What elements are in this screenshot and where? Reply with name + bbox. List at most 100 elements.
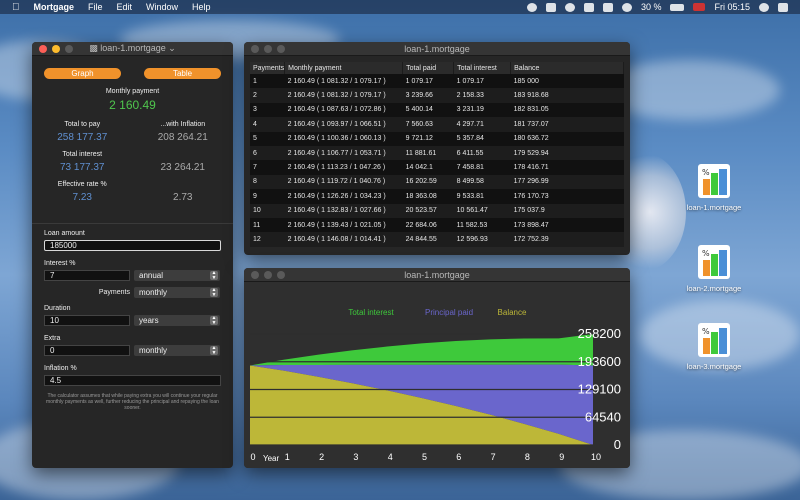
effective-rate-label: Effective rate % — [57, 181, 107, 188]
creative-cloud-icon[interactable] — [564, 2, 575, 12]
column-header-total-interest[interactable]: Total interest — [453, 62, 512, 74]
zoom-button[interactable] — [65, 45, 73, 53]
x-tick-label: 3 — [353, 452, 358, 462]
table-cell: 16 202.59 — [402, 174, 454, 190]
table-button[interactable]: Table — [144, 68, 221, 79]
mortgage-document-icon: % — [697, 163, 731, 199]
desktop-file-loan-3[interactable]: % loan-3.mortgage — [674, 322, 754, 371]
duration-field[interactable]: 10 — [44, 315, 130, 326]
table-cell: 2 160.49 ( 1 100.36 / 1 060.13 ) — [287, 135, 386, 143]
notification-center-icon[interactable] — [778, 2, 788, 12]
table-row[interactable]: 3 2 160.49 ( 1 087.63 / 1 072.86 ) 5 400.1… — [250, 103, 624, 117]
x-tick-label: 10 — [591, 452, 601, 462]
inflation-field[interactable]: 4.5 — [44, 375, 221, 386]
monthly-payment-label: Monthly payment — [105, 88, 160, 95]
spotlight-icon[interactable] — [759, 2, 769, 12]
menu-help[interactable]: Help — [192, 2, 211, 12]
minimize-button[interactable] — [264, 45, 272, 53]
table-cell: 8 — [250, 174, 285, 190]
table-row[interactable]: 12 2 160.49 ( 1 146.08 / 1 014.41 ) 24 844… — [250, 232, 624, 247]
x-tick-label: 6 — [456, 452, 461, 462]
titlebar[interactable]: ▩ loan-1.mortgage ⌄ — [32, 42, 233, 56]
table-row[interactable]: 5 2 160.49 ( 1 100.36 / 1 060.13 ) 9 721.1… — [250, 132, 624, 146]
y-tick-label: 0 — [614, 437, 621, 452]
svg-text:%: % — [702, 327, 710, 336]
desktop-file-loan-2[interactable]: % loan-2.mortgage — [674, 244, 754, 293]
table-row[interactable]: 10 2 160.49 ( 1 132.83 / 1 027.66 ) 20 523… — [250, 203, 624, 218]
wifi-icon[interactable] — [621, 2, 632, 12]
time-machine-icon[interactable] — [602, 2, 613, 12]
table-cell: 2 160.49 ( 1 087.63 / 1 072.86 ) — [287, 106, 386, 114]
column-header-monthly-payment[interactable]: Monthly payment — [284, 62, 404, 74]
window-title: loan-1.mortgage — [404, 269, 470, 280]
zoom-button[interactable] — [277, 271, 285, 279]
table-cell: 175 037.9 — [510, 203, 624, 218]
table-row[interactable]: 62 160.49 ( 1 106.77 / 1 053.71 ) 11 881.… — [250, 145, 624, 161]
table-row[interactable]: 22 160.49 ( 1 081.32 / 1 079.17 ) 3 239.6… — [250, 88, 624, 103]
table-row[interactable]: 9 2 160.49 ( 1 126.26 / 1 034.23 ) 18 363.… — [250, 189, 624, 203]
table-cell: 2 158.33 — [453, 88, 511, 103]
close-button[interactable] — [251, 271, 259, 279]
stepper-arrows-icon: ▲ ▼ — [210, 345, 218, 356]
titlebar[interactable]: loan-1.mortgage — [244, 268, 630, 282]
table-cell: 6 — [250, 145, 285, 161]
dropbox-icon[interactable] — [545, 2, 556, 12]
minimize-button[interactable] — [52, 45, 60, 53]
table-cell: 177 296.99 — [510, 174, 624, 190]
loan-amount-field[interactable]: 185000 — [44, 240, 221, 251]
table-cell: 1 079.17 — [456, 77, 484, 85]
mortgage-document-icon: % — [697, 244, 731, 280]
graph-button[interactable]: Graph — [44, 68, 121, 79]
y-tick-label: 64540 — [585, 409, 621, 424]
interest-period-select[interactable]: annual ▲ ▼ — [134, 270, 220, 281]
table-cell: 182 831.05 — [513, 106, 549, 114]
desktop-file-loan-1[interactable]: % loan-1.mortgage — [674, 163, 754, 212]
table-row[interactable]: 7 2 160.49 ( 1 113.23 / 1 047.26 ) 14 042.… — [250, 160, 624, 174]
chevron-down-icon[interactable]: ⌄ — [166, 43, 176, 53]
total-interest-inflation-value: 23 264.21 — [160, 162, 206, 173]
table-cell: 10 — [250, 203, 285, 218]
menu-edit[interactable]: Edit — [117, 2, 133, 12]
table-row[interactable]: 82 160.49 ( 1 119.72 / 1 040.76 ) 16 202.… — [250, 174, 624, 190]
extra-period-select[interactable]: monthly ▲ ▼ — [134, 345, 220, 356]
table-cell: 1 079.17 — [405, 77, 433, 85]
table-cell: 185 000 — [513, 77, 539, 85]
titlebar[interactable]: loan-1.mortgage — [244, 42, 630, 56]
table-cell: 2 — [250, 88, 285, 103]
extra-field[interactable]: 0 — [44, 345, 130, 356]
column-header-total-paid[interactable]: Total paid — [402, 62, 455, 74]
table-row[interactable]: 42 160.49 ( 1 093.97 / 1 066.51 ) 7 560.6… — [250, 117, 624, 132]
payments-select[interactable]: monthly ▲ ▼ — [134, 287, 220, 298]
close-button[interactable] — [251, 45, 259, 53]
column-header-payments[interactable]: Payments — [250, 62, 286, 74]
table-cell: 11 582.53 — [456, 221, 488, 229]
payments-table[interactable]: Payments Monthly payment Total paid Tota… — [250, 62, 624, 247]
table-row[interactable]: 1 2 160.49 ( 1 081.32 / 1 079.17 ) 1 079.1… — [250, 74, 624, 88]
menu-window[interactable]: Window — [146, 2, 178, 12]
us-flag-icon[interactable] — [693, 3, 706, 11]
close-button[interactable] — [39, 45, 47, 53]
minimize-button[interactable] — [264, 271, 272, 279]
app-menu[interactable]: Mortgage — [34, 2, 75, 12]
table-cell: 5 400.14 — [405, 106, 433, 114]
status-app-icon[interactable] — [526, 2, 537, 12]
payments-label: Payments — [98, 289, 130, 296]
table-cell: 2 160.49 ( 1 132.83 / 1 027.66 ) — [284, 203, 403, 218]
table-cell: 7 458.81 — [456, 164, 484, 172]
menu-file[interactable]: File — [88, 2, 103, 12]
zoom-button[interactable] — [277, 45, 285, 53]
airplay-icon[interactable] — [583, 2, 594, 12]
table-row[interactable]: 11 2 160.49 ( 1 139.43 / 1 021.05 ) 22 684… — [250, 218, 624, 232]
table-cell: 11 — [253, 221, 261, 229]
effective-rate-value: 7.23 — [72, 192, 92, 203]
window-title: loan-1.mortgage — [100, 43, 166, 53]
battery-icon[interactable] — [670, 3, 685, 11]
clock[interactable]: Fri 05:15 — [714, 2, 750, 12]
stepper-arrows-icon: ▲ ▼ — [210, 270, 218, 281]
duration-unit-select[interactable]: years ▲ ▼ — [134, 315, 220, 326]
apple-menu-icon[interactable]:  — [12, 2, 20, 13]
interest-field[interactable]: 7 — [44, 270, 130, 281]
column-header-balance[interactable]: Balance — [510, 62, 624, 74]
table-window: loan-1.mortgage Payments Monthly payment… — [244, 42, 630, 255]
table-cell: 11 881.61 — [402, 145, 454, 161]
